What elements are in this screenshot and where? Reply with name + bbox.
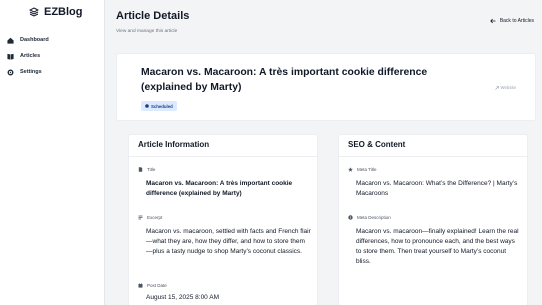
sidebar-item-label: Settings [20, 69, 42, 75]
article-title: Macaron vs. Macaroon: A très important c… [141, 67, 428, 93]
meta-title-field-label: Meta Title [348, 167, 377, 172]
sidebar-item-dashboard[interactable]: Dashboard [7, 34, 49, 46]
website-link[interactable]: Website [494, 85, 516, 90]
field-label-text: Meta Description [357, 215, 391, 220]
article-header-card: Macaron vs. Macaroon: A très important c… [116, 53, 536, 121]
gear-icon [7, 69, 14, 75]
seo-content-card: SEO & Content Meta Title Macaron vs. Mac… [338, 134, 528, 305]
sidebar-item-articles[interactable]: Articles [7, 50, 40, 62]
text-lines-icon [138, 215, 143, 220]
document-icon [138, 167, 143, 172]
field-label-text: Excerpt [147, 215, 163, 220]
excerpt-field-label: Excerpt [138, 215, 162, 220]
clock-icon [145, 104, 149, 108]
card-title: Article Information [138, 140, 210, 149]
website-link-label: Website [500, 85, 516, 90]
status-badge-label: Scheduled [151, 103, 173, 109]
post-date-field-label: Post Date [138, 283, 167, 288]
calendar-icon [138, 283, 143, 288]
sidebar-item-settings[interactable]: Settings [7, 66, 42, 78]
info-icon [348, 215, 353, 220]
external-link-icon [494, 85, 499, 90]
meta-title-field-value: Macaron vs. Macaroon: What’s the Differe… [356, 180, 518, 197]
arrow-left-icon [490, 18, 496, 24]
back-link-label: Back to Articles [499, 18, 534, 24]
field-label-text: Meta Title [357, 167, 377, 172]
divider [339, 156, 527, 157]
home-icon [7, 37, 14, 44]
field-label-text: Title [147, 167, 156, 172]
main-content: Article Details View and manage this art… [105, 0, 542, 305]
back-to-articles-link[interactable]: Back to Articles [490, 18, 534, 24]
sidebar-item-label: Articles [20, 53, 41, 59]
meta-description-field-value: Macaron vs. macaroon—finally explained! … [356, 228, 519, 265]
book-icon [7, 53, 14, 60]
star-icon [348, 167, 353, 172]
divider [129, 156, 317, 157]
excerpt-field-value: Macaron vs. macaroon, settled with facts… [146, 228, 311, 255]
title-field-label: Title [138, 167, 155, 172]
meta-description-field-label: Meta Description [348, 215, 391, 220]
sidebar: EZBlog Dashboard Articles Settings [0, 0, 105, 305]
page-subtitle: View and manage this article [116, 29, 178, 34]
sidebar-item-label: Dashboard [20, 37, 49, 43]
title-field-value: Macaron vs. Macaroon: A très important c… [146, 180, 293, 197]
field-label-text: Post Date [147, 283, 167, 288]
layers-icon [29, 7, 39, 17]
page-title: Article Details [116, 10, 190, 22]
article-information-card: Article Information Title Macaron vs. Ma… [128, 134, 318, 305]
brand-name: EZBlog [44, 6, 83, 18]
status-badge: Scheduled [141, 101, 177, 111]
brand[interactable]: EZBlog [29, 6, 83, 18]
post-date-field-value: August 15, 2025 8:00 AM [146, 294, 219, 301]
card-title: SEO & Content [348, 140, 406, 149]
